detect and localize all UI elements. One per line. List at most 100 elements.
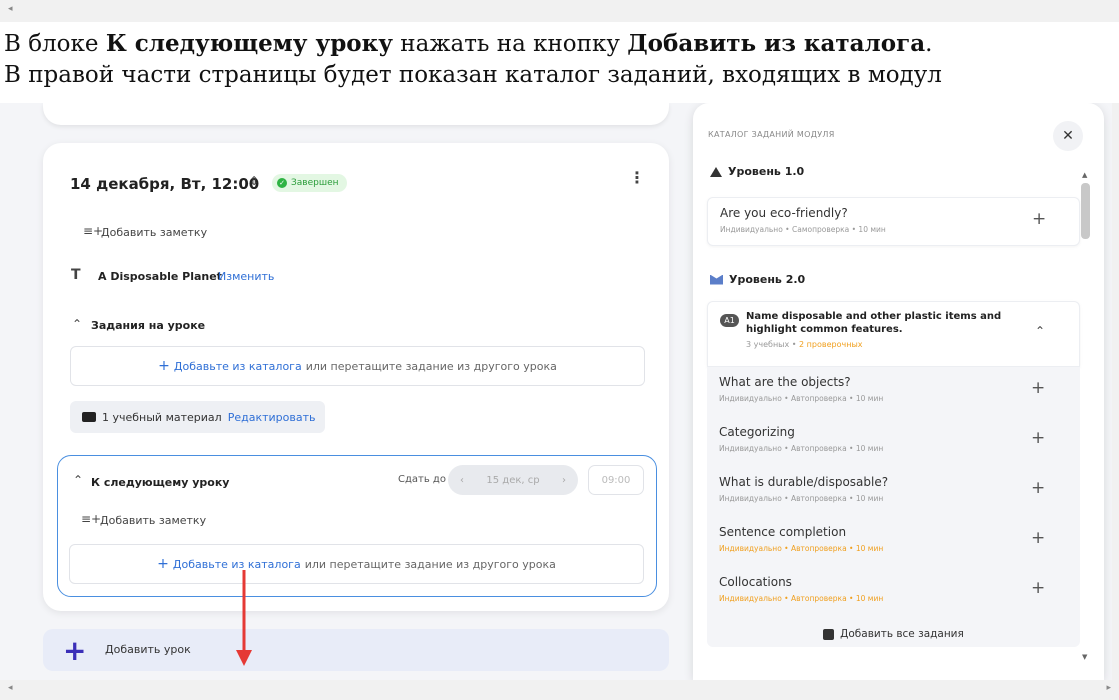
task-name: What are the objects? (719, 375, 851, 389)
group-title-1: Name disposable and other plastic items … (746, 311, 1002, 322)
chevron-up-icon[interactable]: ⌃ (1035, 324, 1045, 338)
catalog-task-row[interactable]: What are the objects? Индивидуально • Ав… (707, 367, 1080, 417)
scroll-up-arrow-icon[interactable]: ▲ (1082, 171, 1087, 179)
catalog-task-row[interactable]: Categorizing Индивидуально • Автопроверк… (707, 417, 1080, 467)
catalog-task-card[interactable]: Are you eco-friendly? Индивидуально • Са… (707, 197, 1080, 246)
add-note-button[interactable]: Добавить заметку (101, 226, 207, 239)
task-meta: Индивидуально • Автопроверка • 10 мин (719, 494, 884, 503)
task-meta: Индивидуально • Самопроверка • 10 мин (720, 225, 886, 234)
next-lesson-dropzone[interactable]: + Добавьте из каталога или перетащите за… (69, 544, 644, 584)
top-scrollbar[interactable]: ◂ (0, 0, 1119, 22)
add-task-plus-icon[interactable]: + (1031, 578, 1045, 598)
instr-text: В блоке (4, 31, 106, 57)
tasks-dropzone[interactable]: + Добавьте из каталога или перетащите за… (70, 346, 645, 386)
date-sort-icon[interactable]: ⇕ (249, 174, 259, 188)
more-menu-icon[interactable]: ⋮ (629, 168, 645, 187)
scroll-right-arrow-icon[interactable]: ▸ (1106, 683, 1111, 693)
due-date-picker[interactable]: ‹ 15 дек, ср › (448, 465, 578, 495)
task-name: Sentence completion (719, 525, 847, 539)
level-2-label: Уровень 2.0 (729, 273, 806, 286)
chevron-up-icon[interactable]: ⌃ (73, 473, 83, 487)
add-task-plus-icon[interactable]: + (1031, 478, 1045, 498)
add-lesson-button[interactable]: + Добавить урок (43, 629, 669, 671)
catalog-task-row[interactable]: Collocations Индивидуально • Автопроверк… (707, 567, 1080, 617)
add-from-catalog-link[interactable]: Добавьте из каталога (173, 558, 301, 571)
group-title-2: highlight common features. (746, 324, 903, 335)
dropzone-hint: или перетащите задание из другого урока (305, 359, 557, 373)
material-edit-link[interactable]: Редактировать (228, 411, 316, 424)
close-icon[interactable]: ✕ (1053, 121, 1083, 151)
topic-title: A Disposable Planet (98, 270, 222, 283)
level-1-header[interactable]: Уровень 1.0 (710, 165, 804, 178)
due-label: Сдать до (398, 474, 446, 485)
instr-text: нажать на кнопку (392, 31, 628, 57)
plus-icon: + (158, 358, 170, 374)
next-lesson-block: ⌃ К следующему уроку Сдать до ‹ 15 дек, … (57, 455, 657, 597)
status-text: Завершен (291, 178, 339, 188)
add-note-button[interactable]: Добавить заметку (100, 514, 206, 527)
lesson-date: 14 декабря, Вт, 12:00 (70, 175, 260, 193)
group-counts: 3 учебных • 2 проверочных (746, 340, 863, 349)
catalog-panel: КАТАЛОГ ЗАДАНИЙ МОДУЛЯ ✕ Уровень 1.0 Are… (693, 103, 1104, 680)
material-pill[interactable]: 1 учебный материал Редактировать (70, 401, 325, 433)
add-all-label: Добавить все задания (840, 628, 964, 640)
task-name: Are you eco-friendly? (720, 206, 848, 220)
next-lesson-header[interactable]: К следующему уроку (91, 476, 229, 489)
scroll-thumb[interactable] (1081, 183, 1090, 239)
dropzone-hint: или перетащите задание из другого урока (304, 557, 556, 571)
scroll-left-arrow-icon[interactable]: ◂ (8, 683, 13, 693)
catalog-title: КАТАЛОГ ЗАДАНИЙ МОДУЛЯ (708, 130, 835, 139)
task-meta: Индивидуально • Автопроверка • 10 мин (719, 544, 884, 553)
task-meta: Индивидуально • Автопроверка • 10 мин (719, 444, 884, 453)
tasks-header[interactable]: Задания на уроке (91, 319, 205, 332)
material-count: 1 учебный материал (102, 410, 222, 424)
task-name: Categorizing (719, 425, 795, 439)
catalog-task-row[interactable]: What is durable/disposable? Индивидуальн… (707, 467, 1080, 517)
add-note-icon[interactable]: ≡+ (81, 512, 101, 526)
due-date-value: 15 дек, ср (486, 474, 540, 486)
task-meta: Индивидуально • Автопроверка • 10 мин (719, 594, 884, 603)
plus-icon: + (63, 634, 87, 667)
add-from-catalog-link[interactable]: Добавьте из каталога (174, 360, 302, 373)
catalog-scrollbar[interactable]: ▲ ▼ (1081, 171, 1090, 671)
scroll-left-arrow-icon[interactable]: ◂ (8, 4, 13, 14)
add-task-plus-icon[interactable]: + (1031, 428, 1045, 448)
previous-lesson-card (43, 103, 669, 125)
status-badge: ✓ Завершен (272, 174, 347, 192)
due-time-field[interactable]: 09:00 (588, 465, 644, 495)
stack-icon (823, 628, 835, 640)
bottom-scrollbar[interactable]: ◂ ▸ (0, 680, 1119, 700)
add-task-plus-icon[interactable]: + (1031, 378, 1045, 398)
instruction-line-1: В блоке К следующему уроку нажать на кно… (4, 30, 932, 57)
add-task-plus-icon[interactable]: + (1032, 209, 1046, 229)
task-meta: Индивидуально • Автопроверка • 10 мин (719, 394, 884, 403)
topic-edit-link[interactable]: Изменить (218, 270, 274, 283)
task-group-card[interactable]: A1 Name disposable and other plastic ite… (707, 301, 1080, 367)
scroll-down-arrow-icon[interactable]: ▼ (1082, 653, 1087, 661)
instr-text: . (925, 31, 933, 57)
app-screen: 14 декабря, Вт, 12:00 ⇕ ✓ Завершен ⋮ ≡+ … (0, 103, 1119, 680)
level-1-label: Уровень 1.0 (728, 165, 805, 178)
check-icon: ✓ (277, 178, 287, 188)
level-2-header[interactable]: Уровень 2.0 (710, 273, 805, 286)
level-flag-icon (710, 274, 723, 285)
task-name: What is durable/disposable? (719, 475, 889, 489)
group-count-study: 3 учебных • (746, 340, 797, 349)
topic-text-icon: T (71, 267, 81, 283)
triangle-icon (710, 166, 722, 177)
red-arrow-icon (236, 570, 252, 666)
add-all-tasks-button[interactable]: Добавить все задания (707, 619, 1080, 649)
group-level-badge: A1 (720, 314, 739, 327)
next-date-icon[interactable]: › (562, 475, 566, 486)
instruction-line-2: В правой части страницы будет показан ка… (4, 62, 942, 88)
catalog-task-row[interactable]: Sentence completion Индивидуально • Авто… (707, 517, 1080, 567)
page-scrollbar[interactable] (1112, 103, 1119, 680)
instr-bold-block: К следующему уроку (105, 30, 393, 57)
lesson-card: 14 декабря, Вт, 12:00 ⇕ ✓ Завершен ⋮ ≡+ … (43, 143, 669, 611)
prev-date-icon[interactable]: ‹ (460, 475, 464, 486)
add-lesson-label: Добавить урок (105, 643, 191, 656)
plus-icon: + (157, 556, 169, 572)
instr-bold-button: Добавить из каталога (627, 30, 926, 57)
add-task-plus-icon[interactable]: + (1031, 528, 1045, 548)
chevron-up-icon[interactable]: ⌃ (72, 317, 82, 331)
